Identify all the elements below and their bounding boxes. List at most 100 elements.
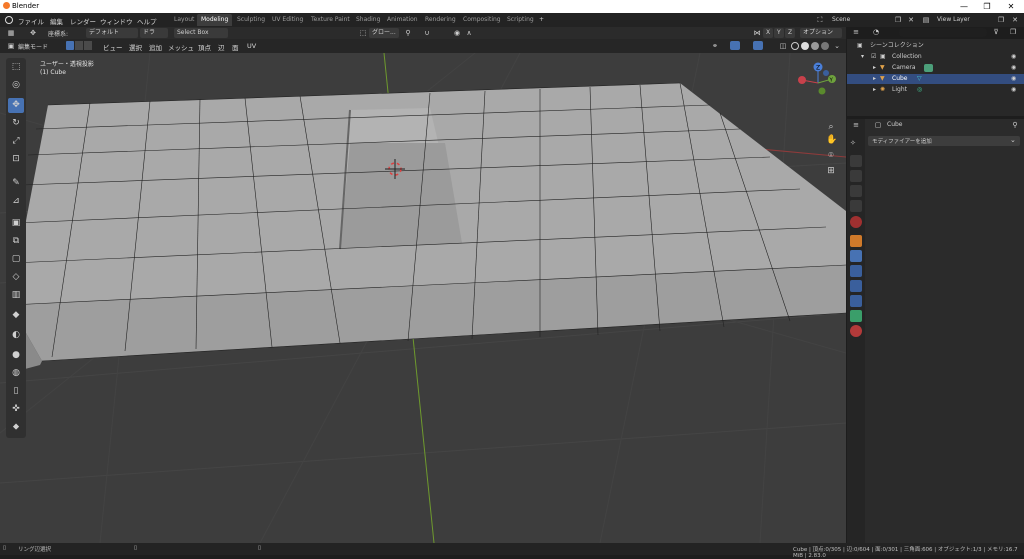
menu-vertex[interactable]: 頂点 (198, 42, 211, 52)
tab-animation[interactable]: Animation (383, 14, 422, 26)
tab-scripting[interactable]: Scripting (503, 14, 538, 26)
mirror-x-toggle[interactable]: X (763, 28, 773, 38)
eye-icon[interactable]: ◉ (1011, 85, 1016, 95)
pan-hand-icon[interactable]: ✋ (826, 135, 837, 145)
view-layer-tab-icon[interactable] (850, 185, 862, 197)
new-collection-icon[interactable]: ❐ (1008, 27, 1018, 37)
zoom-icon[interactable]: ⌕ (826, 122, 836, 132)
render-tab-icon[interactable] (850, 155, 862, 167)
outliner-row-collection[interactable]: ▾ ☑ ▣ Collection ◉ (847, 52, 1024, 62)
inset-tool-icon[interactable]: ▢ (8, 252, 24, 267)
transform-tool-icon[interactable]: ⊡ (8, 152, 24, 167)
smooth-tool-icon[interactable]: ◍ (8, 366, 24, 381)
expand-arrow-icon[interactable]: ▸ (873, 74, 876, 84)
add-workspace-button[interactable]: + (535, 14, 548, 26)
eye-icon[interactable]: ◉ (1011, 63, 1016, 73)
modifier-tab-icon[interactable] (850, 250, 862, 262)
tab-texture-paint[interactable]: Texture Paint (307, 14, 354, 26)
properties-editor-icon[interactable]: ≡ (851, 120, 861, 130)
knife-tool-icon[interactable]: ◆ (8, 308, 24, 323)
output-tab-icon[interactable] (850, 170, 862, 182)
pivot-dropdown[interactable]: グロー... (369, 28, 399, 38)
shear-tool-icon[interactable]: ⬥ (8, 420, 24, 435)
select-mode-dropdown[interactable]: Select Box (174, 28, 228, 38)
wireframe-shading-icon[interactable] (791, 42, 799, 50)
rotate-tool-icon[interactable]: ↻ (8, 116, 24, 131)
menu-uv[interactable]: UV (247, 42, 256, 50)
outliner-row-cube[interactable]: ▸ ▼ Cube ▽ ◉ (847, 74, 1024, 84)
rendered-shading-icon[interactable] (821, 42, 829, 50)
inset-selected-face[interactable] (340, 143, 462, 249)
3d-viewport[interactable]: Z Y ユーザー・透視投影 (1) Cube ⌕ ✋ ⌾ ⊞ (0, 53, 846, 543)
close-button[interactable]: ✕ (999, 0, 1023, 13)
annotate-tool-icon[interactable]: ✎ (8, 176, 24, 191)
menu-view[interactable]: ビュー (103, 42, 123, 52)
loop-cut-tool-icon[interactable]: ▥ (8, 288, 24, 303)
outliner-editor-icon[interactable]: ≡ (851, 27, 861, 37)
eye-icon[interactable]: ◉ (1011, 52, 1016, 62)
add-modifier-dropdown[interactable]: モディファイアーを追加 ⌄ (868, 136, 1020, 146)
tab-compositing[interactable]: Compositing (459, 14, 505, 26)
menu-mesh[interactable]: メッシュ (168, 42, 194, 52)
menu-window[interactable]: ウィンドウ (100, 16, 133, 26)
face-select-icon[interactable] (84, 41, 92, 50)
vertex-select-icon[interactable] (66, 41, 74, 50)
proportional-edit-icon[interactable]: ◉ (452, 28, 462, 38)
drag-dropdown[interactable]: ドラッ... (140, 28, 168, 46)
world-tab-icon[interactable] (850, 216, 862, 228)
eye-icon[interactable]: ◉ (1011, 74, 1016, 84)
orientation-dropdown[interactable]: デフォルト (86, 28, 138, 38)
delete-view-layer-icon[interactable]: ✕ (1010, 15, 1020, 25)
menu-file[interactable]: ファイル (18, 16, 44, 26)
mirror-z-toggle[interactable]: Z (785, 28, 795, 38)
view-layer-name[interactable]: View Layer (937, 16, 970, 23)
measure-tool-icon[interactable]: ⊿ (8, 194, 24, 209)
tab-modeling[interactable]: Modeling (197, 14, 233, 26)
object-tab-icon[interactable] (850, 235, 862, 247)
outliner-scene-collection[interactable]: ▣ シーンコレクション (847, 41, 1024, 51)
editor-type-icon[interactable]: ▦ (6, 28, 16, 38)
mode-dropdown[interactable]: 編集モード (18, 42, 48, 51)
outliner-row-light[interactable]: ▸ ✺ Light ◎ ◉ (847, 85, 1024, 95)
poly-build-tool-icon[interactable]: ◐ (8, 328, 24, 343)
constraints-tab-icon[interactable] (850, 295, 862, 307)
outliner-filter-icon[interactable]: ◔ (871, 27, 881, 37)
shrink-tool-icon[interactable]: ✜ (8, 402, 24, 417)
camera-view-icon[interactable]: ⌾ (826, 151, 836, 161)
outliner-search-input[interactable] (899, 28, 987, 37)
move-tool-icon[interactable]: ✥ (8, 98, 24, 113)
data-tab-icon[interactable] (850, 310, 862, 322)
magnet-icon[interactable]: ∪ (422, 28, 432, 38)
filter-funnel-icon[interactable]: ⊽ (991, 27, 1001, 37)
edge-select-icon[interactable] (75, 41, 83, 50)
xray-icon[interactable]: ◫ (778, 41, 788, 51)
pivot-icon[interactable]: ⬚ (358, 28, 368, 38)
mirror-icon[interactable]: ⋈ (752, 28, 762, 38)
menu-edit[interactable]: 編集 (50, 16, 63, 26)
bevel-tool-icon[interactable]: ◇ (8, 270, 24, 285)
mode-icon[interactable]: ▣ (6, 41, 16, 51)
falloff-icon[interactable]: ∧ (464, 28, 474, 38)
material-tab-icon[interactable] (850, 325, 862, 337)
scene-icon[interactable]: ⛶ (815, 15, 825, 25)
solid-shading-icon[interactable] (801, 42, 809, 50)
outliner-row-camera[interactable]: ▸ ▼ Camera ◉ (847, 63, 1024, 73)
menu-select[interactable]: 選択 (129, 42, 142, 52)
menu-add[interactable]: 追加 (149, 42, 162, 52)
select-tool-icon[interactable]: ⬚ (8, 60, 24, 75)
view-layer-icon[interactable]: ▤ (921, 15, 931, 25)
scene-name[interactable]: Scene (832, 16, 850, 23)
options-dropdown[interactable]: オプション (800, 28, 842, 38)
scale-tool-icon[interactable]: ⤢ (8, 134, 24, 149)
mirror-y-toggle[interactable]: Y (774, 28, 784, 38)
ortho-grid-icon[interactable]: ⊞ (826, 166, 836, 176)
overlay-toggle-icon[interactable] (753, 41, 763, 50)
transform-orientation-icon[interactable]: ✥ (28, 28, 38, 38)
collapse-arrow-icon[interactable]: ▾ (861, 52, 864, 62)
snap-icon[interactable]: ⚲ (403, 28, 413, 38)
menu-render[interactable]: レンダー (70, 16, 96, 26)
scene-tab-icon[interactable] (850, 200, 862, 212)
maximize-button[interactable]: ❐ (975, 0, 999, 13)
pin-icon[interactable]: ⚲ (1010, 120, 1020, 130)
spin-tool-icon[interactable]: ● (8, 348, 24, 363)
